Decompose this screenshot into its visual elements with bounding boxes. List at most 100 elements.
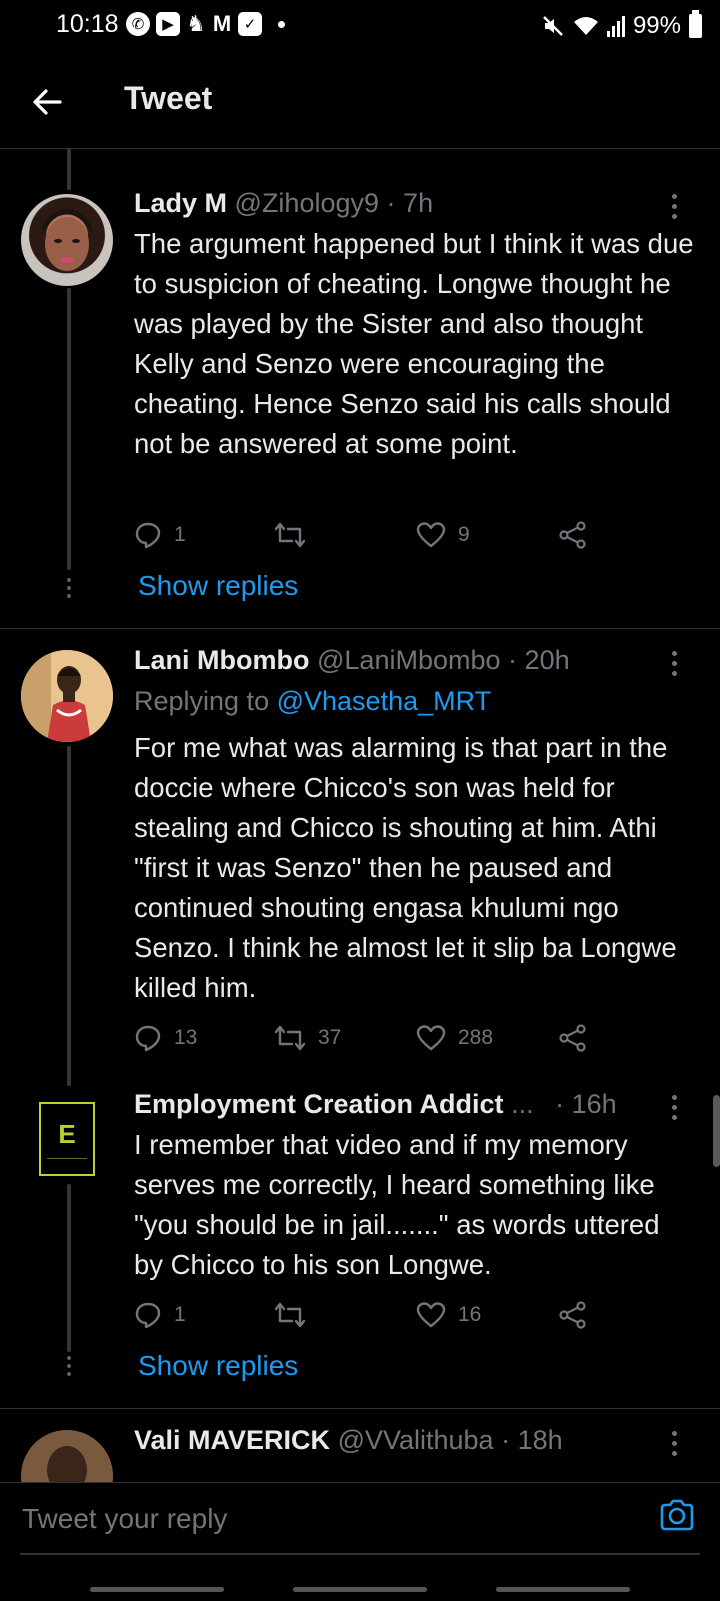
camera-icon[interactable]	[657, 1495, 697, 1535]
nav-recent-button[interactable]	[90, 1587, 224, 1592]
avatar-image	[41, 208, 93, 271]
display-name[interactable]: Lady M	[134, 188, 227, 218]
separator: ·	[501, 1425, 511, 1455]
separator: ·	[508, 645, 518, 675]
reply-count: 1	[174, 1303, 186, 1326]
replying-to-handle[interactable]: @Vhasetha_MRT	[277, 686, 492, 716]
reply-button[interactable]: 13	[134, 1021, 274, 1055]
app-icon: ♞	[186, 11, 206, 36]
thread-line	[67, 148, 71, 190]
status-time: 10:18	[56, 10, 119, 38]
battery-percent: 99%	[632, 12, 681, 39]
scrollbar-thumb[interactable]	[713, 1095, 720, 1167]
reply-count: 1	[174, 523, 186, 546]
tweet-text: For me what was alarming is that part in…	[134, 732, 677, 1003]
display-name[interactable]: Employment Creation Addict	[134, 1089, 504, 1119]
reply-icon	[135, 1302, 161, 1329]
reply-button[interactable]: 1	[134, 1298, 274, 1332]
like-button[interactable]: 16	[416, 1298, 558, 1332]
battery-icon	[689, 10, 702, 38]
back-button[interactable]	[28, 82, 68, 122]
nav-home-button[interactable]	[293, 1587, 427, 1592]
user-handle[interactable]: @VValithuba	[338, 1425, 494, 1455]
avatar-tagline-line	[47, 1158, 87, 1159]
heart-icon	[416, 1302, 446, 1328]
more-options-icon[interactable]	[670, 1095, 678, 1120]
retweet-count: 37	[318, 1026, 342, 1049]
gmail-icon: M	[212, 11, 232, 36]
tweet-feed[interactable]: Lady M @Zihology9 · 7h The argument happ…	[0, 148, 720, 1482]
share-button[interactable]	[558, 1021, 588, 1055]
reply-button[interactable]: 1	[134, 518, 274, 552]
system-icons: 99%	[541, 10, 702, 40]
tweet-header: Lani Mbombo @LaniMbombo · 20h	[134, 645, 570, 676]
replying-to-label: Replying to	[134, 686, 270, 716]
reply-icon	[135, 522, 161, 549]
display-name[interactable]: Vali MAVERICK	[134, 1425, 330, 1455]
status-bar: 10:18 ✆ ▶ ♞ M ✓ 99%	[0, 0, 720, 56]
avatar[interactable]	[21, 194, 113, 286]
show-replies-link[interactable]: Show replies	[138, 570, 298, 602]
reply-icon	[135, 1025, 161, 1052]
tweet-actions: 1 16	[134, 1298, 614, 1332]
avatar[interactable]	[21, 1430, 113, 1482]
checkbox-icon: ✓	[238, 12, 262, 36]
heart-icon	[416, 522, 446, 548]
divider	[0, 1408, 720, 1409]
tweet-time: 7h	[403, 188, 434, 218]
share-icon	[559, 521, 586, 549]
retweet-button[interactable]: 37	[274, 1021, 416, 1055]
more-options-icon[interactable]	[670, 651, 678, 676]
reply-count: 13	[174, 1026, 198, 1049]
divider	[0, 628, 720, 629]
tweet-text: I remember that video and if my memory s…	[134, 1129, 660, 1280]
whatsapp-icon: ✆	[126, 12, 150, 36]
thread-line	[67, 288, 71, 570]
like-button[interactable]: 288	[416, 1021, 558, 1055]
share-icon	[559, 1301, 586, 1329]
thread-line	[67, 1184, 71, 1352]
user-handle[interactable]: @Zihology9	[235, 188, 379, 218]
separator: ·	[555, 1089, 565, 1119]
retweet-button[interactable]	[274, 518, 416, 552]
tweet-actions: 1 9	[134, 518, 614, 552]
share-button[interactable]	[558, 1298, 588, 1332]
retweet-button[interactable]	[274, 1298, 416, 1332]
share-button[interactable]	[558, 518, 588, 552]
notification-icons: ✆ ▶ ♞ M ✓	[126, 11, 285, 36]
nav-back-button[interactable]	[496, 1587, 630, 1592]
more-notifications-dot	[278, 20, 285, 28]
reply-underline	[20, 1553, 700, 1555]
avatar[interactable]: E	[39, 1102, 95, 1176]
thread-line	[67, 746, 71, 1086]
like-count: 9	[458, 523, 470, 546]
replying-to: Replying to @Vhasetha_MRT	[134, 686, 491, 717]
avatar[interactable]	[21, 650, 113, 742]
heart-icon	[416, 1025, 446, 1051]
tweet-time: 16h	[571, 1089, 617, 1119]
retweet-icon	[274, 1025, 306, 1051]
more-options-icon[interactable]	[670, 194, 678, 219]
show-replies-link[interactable]: Show replies	[138, 1350, 298, 1382]
system-nav-bar	[0, 1583, 720, 1601]
separator: ·	[386, 188, 396, 218]
avatar-image	[21, 650, 113, 742]
tweet-time: 18h	[517, 1425, 563, 1455]
more-options-icon[interactable]	[670, 1431, 678, 1456]
wifi-icon	[573, 17, 598, 35]
like-count: 16	[458, 1303, 482, 1326]
reply-input[interactable]	[20, 1493, 584, 1545]
tweet-header: Vali MAVERICK @VValithuba · 18h	[134, 1425, 563, 1456]
top-app-bar: Tweet	[0, 56, 720, 149]
tweet-actions: 13 37 288	[134, 1021, 614, 1055]
signal-icon	[606, 15, 625, 37]
thread-gap-dots	[63, 578, 75, 598]
mute-icon	[543, 16, 563, 36]
user-handle[interactable]: @LaniMbombo	[317, 645, 501, 675]
page-title: Tweet	[124, 80, 213, 116]
tweet-header: Lady M @Zihology9 · 7h	[134, 188, 433, 219]
retweet-icon	[274, 522, 306, 548]
display-name[interactable]: Lani Mbombo	[134, 645, 309, 675]
like-button[interactable]: 9	[416, 518, 558, 552]
tweet-text: The argument happened but I think it was…	[134, 228, 694, 459]
